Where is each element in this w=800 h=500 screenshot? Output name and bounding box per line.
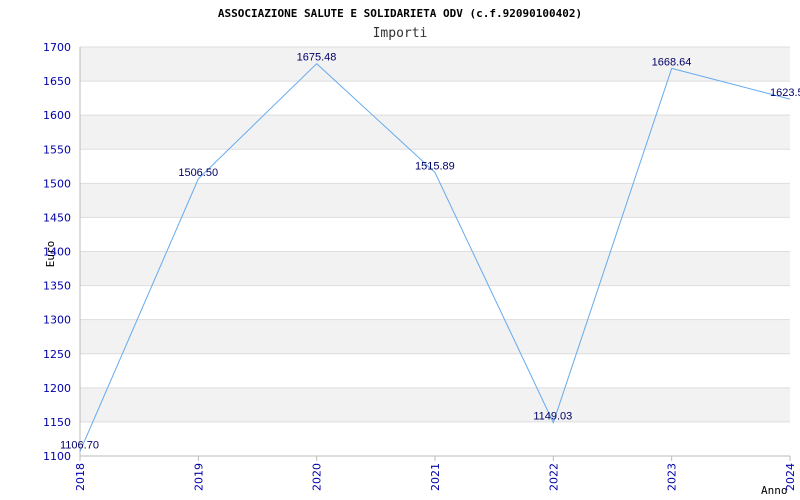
y-tick-label: 1150: [43, 416, 71, 429]
x-axis-label: Anno: [761, 484, 788, 497]
data-label: 1668.64: [652, 56, 692, 68]
data-label: 1515.89: [415, 161, 455, 173]
grid-bands: [80, 47, 790, 422]
grid-band: [80, 319, 790, 354]
grid-band: [80, 387, 790, 422]
x-tick-label: 2020: [311, 463, 324, 491]
x-tick-label: 2023: [666, 463, 679, 491]
data-label: 1623.5: [770, 87, 800, 99]
data-label: 1506.50: [178, 167, 218, 179]
chart-subtitle: Importi: [373, 26, 428, 41]
grid-band: [80, 251, 790, 286]
data-label: 1149.03: [533, 411, 572, 423]
line-chart: 1100115012001250130013501400145015001550…: [43, 7, 800, 497]
x-tick-label: 2021: [429, 463, 442, 491]
y-tick-label: 1350: [43, 280, 71, 293]
y-tick-label: 1700: [43, 41, 71, 54]
y-tick-label: 1100: [43, 450, 71, 463]
x-tick-labels: 2018 2019 2020 2021 2022 2023 2024: [74, 456, 797, 491]
y-tick-label: 1650: [43, 75, 71, 88]
y-tick-label: 1600: [43, 109, 71, 122]
x-tick-label: 2022: [547, 463, 560, 491]
y-tick-label: 1500: [43, 177, 71, 190]
x-tick-label: 2018: [74, 463, 87, 491]
y-tick-label: 1550: [43, 143, 71, 156]
y-tick-label: 1450: [43, 211, 71, 224]
chart-title: ASSOCIAZIONE SALUTE E SOLIDARIETA ODV (c…: [218, 7, 582, 20]
grid-band: [80, 115, 790, 150]
x-tick-label: 2019: [192, 463, 205, 491]
y-axis-label: Euro: [44, 241, 57, 268]
grid-band: [80, 183, 790, 218]
y-tick-label: 1300: [43, 314, 71, 327]
data-label: 1106.70: [60, 439, 99, 451]
y-tick-label: 1200: [43, 382, 71, 395]
y-tick-label: 1250: [43, 348, 71, 361]
data-label: 1675.48: [297, 52, 337, 64]
